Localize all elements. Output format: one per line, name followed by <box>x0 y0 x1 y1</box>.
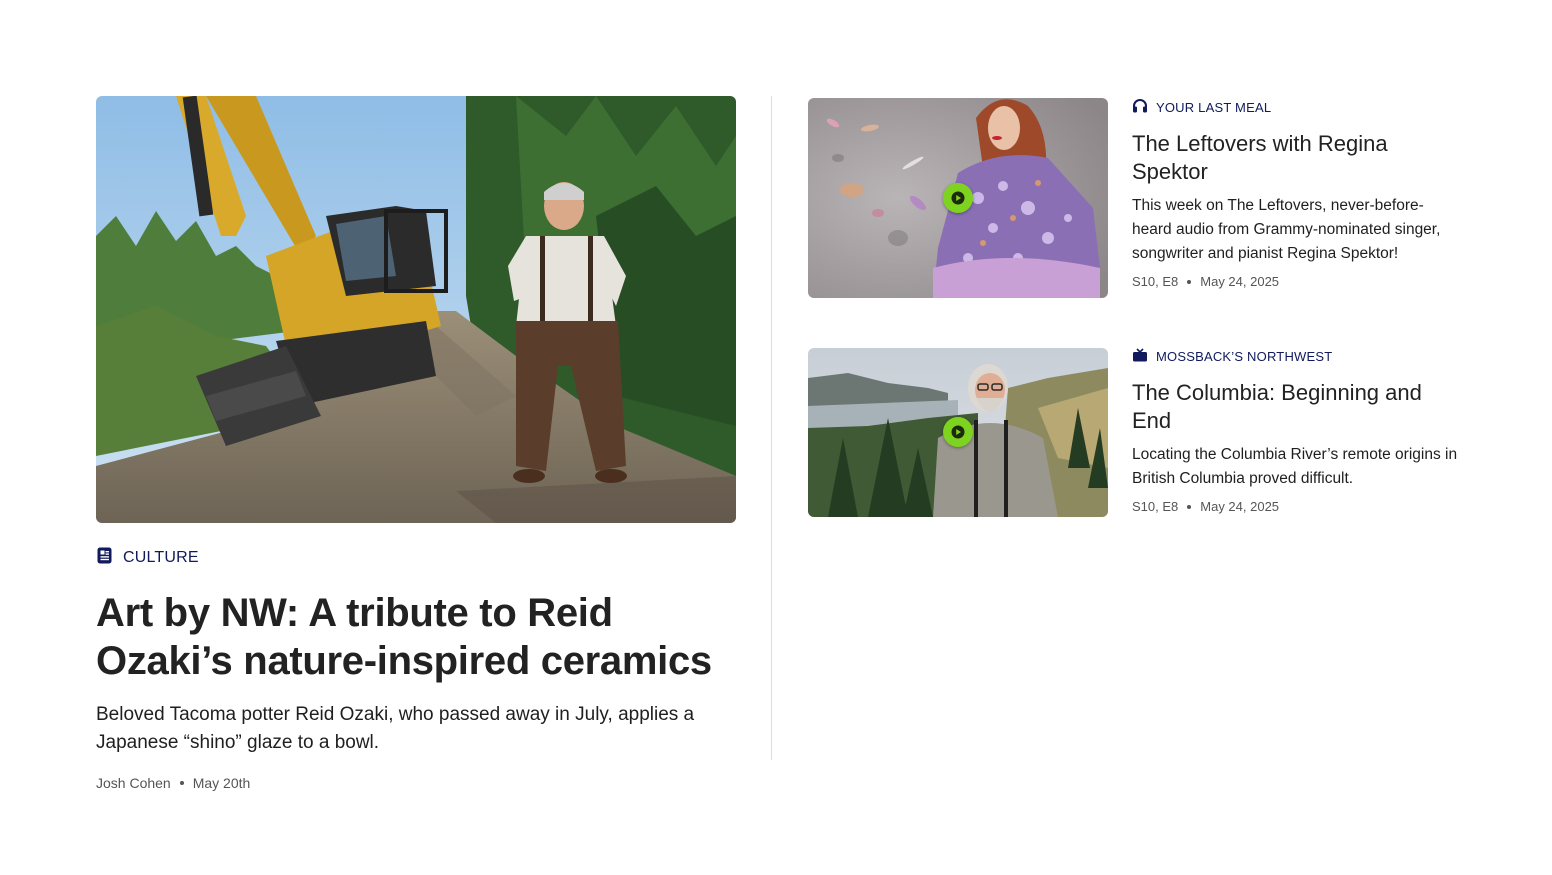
author-name: Josh Cohen <box>96 775 171 791</box>
play-button[interactable] <box>943 417 973 447</box>
card-title-link[interactable]: The Leftovers with Regina Spektor <box>1132 131 1388 184</box>
card-meta: S10, E8 May 24, 2025 <box>1132 499 1458 514</box>
story-card-columbia: MOSSBACK’S NORTHWEST The Columbia: Begin… <box>808 348 1458 517</box>
featured-title[interactable]: Art by NW: A tribute to Reid Ozaki’s nat… <box>96 589 736 685</box>
play-button[interactable] <box>943 183 973 213</box>
featured-story: CULTURE Art by NW: A tribute to Reid Oza… <box>96 96 736 791</box>
card-body: YOUR LAST MEAL The Leftovers with Regina… <box>1132 98 1458 298</box>
separator-dot <box>1187 279 1192 284</box>
featured-meta: Josh Cohen May 20th <box>96 775 736 791</box>
card-body: MOSSBACK’S NORTHWEST The Columbia: Begin… <box>1132 348 1458 517</box>
story-card-leftovers: YOUR LAST MEAL The Leftovers with Regina… <box>808 98 1458 298</box>
card-meta: S10, E8 May 24, 2025 <box>1132 274 1458 289</box>
card-category-label: YOUR LAST MEAL <box>1156 99 1272 115</box>
card-dek: This week on The Leftovers, never-before… <box>1132 197 1441 262</box>
page: CULTURE Art by NW: A tribute to Reid Oza… <box>0 0 1552 875</box>
card-title-link[interactable]: The Columbia: Beginning and End <box>1132 380 1422 433</box>
separator-dot <box>179 781 184 785</box>
separator-dot <box>1187 504 1192 509</box>
headphones-icon <box>1132 98 1148 116</box>
column-divider <box>771 96 772 760</box>
featured-category-label: CULTURE <box>123 549 199 566</box>
card-thumbnail[interactable] <box>808 98 1108 298</box>
featured-title-link[interactable]: Art by NW: A tribute to Reid Ozaki’s nat… <box>96 591 712 683</box>
featured-dek: Beloved Tacoma potter Reid Ozaki, who pa… <box>96 704 695 753</box>
featured-category-link[interactable]: CULTURE <box>96 547 736 569</box>
card-title[interactable]: The Columbia: Beginning and End <box>1132 379 1458 435</box>
tv-icon <box>1132 348 1148 365</box>
publish-date: May 24, 2025 <box>1200 499 1280 514</box>
card-title[interactable]: The Leftovers with Regina Spektor <box>1132 130 1458 186</box>
episode-number: S10, E8 <box>1132 499 1179 514</box>
featured-image[interactable] <box>96 96 736 523</box>
card-category-link[interactable]: MOSSBACK’S NORTHWEST <box>1132 348 1458 365</box>
card-thumbnail[interactable] <box>808 348 1108 517</box>
episode-number: S10, E8 <box>1132 274 1179 289</box>
document-icon <box>96 547 113 569</box>
card-category-label: MOSSBACK’S NORTHWEST <box>1156 349 1333 364</box>
publish-date: May 24, 2025 <box>1200 274 1280 289</box>
card-category-link[interactable]: YOUR LAST MEAL <box>1132 98 1458 116</box>
card-dek: Locating the Columbia River’s remote ori… <box>1132 446 1458 487</box>
play-icon <box>951 425 965 439</box>
play-icon <box>951 191 965 205</box>
publish-date: May 20th <box>192 775 251 791</box>
